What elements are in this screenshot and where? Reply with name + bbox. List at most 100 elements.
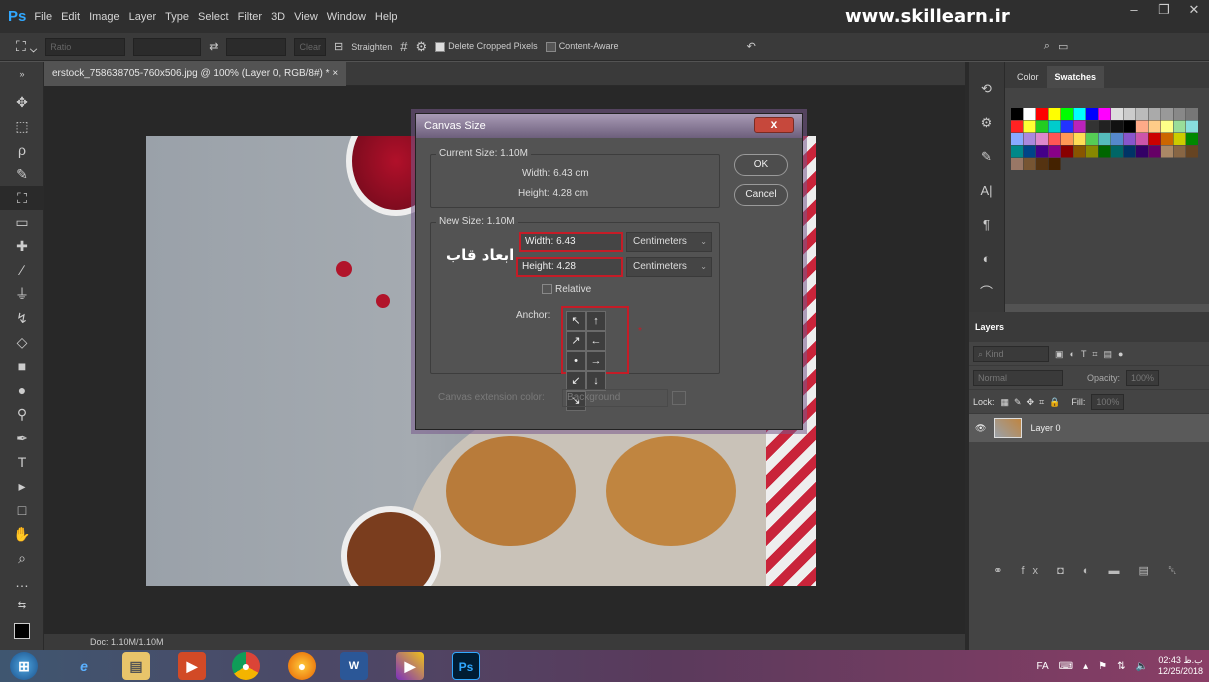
ie-icon[interactable]: e: [70, 652, 98, 680]
straighten-icon[interactable]: ⊟: [334, 40, 343, 53]
shape-tool-icon[interactable]: □: [0, 498, 44, 522]
swatch[interactable]: [1011, 120, 1023, 133]
blur-tool-icon[interactable]: ●: [0, 378, 44, 402]
close-icon[interactable]: ✕: [1179, 0, 1209, 22]
tab-swatches[interactable]: Swatches: [1046, 66, 1105, 88]
height-field[interactable]: Height: 4.28: [516, 257, 623, 277]
swatch[interactable]: [1023, 108, 1036, 120]
swap-colors-icon[interactable]: ⇆: [0, 594, 44, 618]
straighten-button[interactable]: Straighten: [351, 42, 392, 52]
swatch[interactable]: [1011, 133, 1023, 145]
word-icon[interactable]: W: [340, 652, 368, 680]
swatch[interactable]: [1098, 120, 1111, 133]
zoom-tool-icon[interactable]: ⌕: [0, 546, 44, 570]
swatch[interactable]: [1011, 145, 1023, 158]
quick-select-tool-icon[interactable]: ✎: [0, 162, 44, 186]
swatch[interactable]: [1148, 145, 1161, 158]
swatch[interactable]: [1086, 120, 1098, 133]
kind-filter-dropdown[interactable]: ⌕ Kind: [973, 345, 1049, 362]
close-icon[interactable]: x: [754, 117, 794, 133]
photoshop-logo[interactable]: Ps: [8, 8, 26, 25]
swatch[interactable]: [1148, 108, 1161, 120]
reset-icon[interactable]: ↶: [747, 40, 756, 53]
network-icon[interactable]: ⇅: [1117, 661, 1125, 672]
anchor-center-icon[interactable]: •: [566, 351, 586, 371]
flag-icon[interactable]: ⚑: [1098, 661, 1107, 672]
height-unit-dropdown[interactable]: Centimeters ⌄: [626, 257, 712, 277]
swatch[interactable]: [1048, 145, 1061, 158]
swatch[interactable]: [1048, 133, 1061, 145]
swatch[interactable]: [1186, 108, 1198, 120]
swatch[interactable]: [1036, 108, 1048, 120]
eye-icon[interactable]: 👁: [975, 423, 986, 434]
swatch[interactable]: [1136, 108, 1148, 120]
lock-icons[interactable]: ▦✎✥⌗🔒: [1001, 390, 1066, 414]
swatch[interactable]: [1023, 133, 1036, 145]
properties-icon[interactable]: ⚙: [969, 106, 1004, 140]
swatch[interactable]: [1148, 120, 1161, 133]
language-indicator[interactable]: FA: [1036, 661, 1048, 672]
anchor-bottom-left-icon[interactable]: ↙: [566, 371, 586, 391]
type-tool-icon[interactable]: T: [0, 450, 44, 474]
brush-settings-icon[interactable]: ✎: [969, 140, 1004, 174]
swatch[interactable]: [1186, 120, 1198, 133]
swatch[interactable]: [1023, 145, 1036, 158]
swatch[interactable]: [1086, 133, 1098, 145]
anchor-top-right-icon[interactable]: ↗: [566, 331, 586, 351]
clear-button[interactable]: Clear: [294, 37, 326, 56]
swatch[interactable]: [1173, 133, 1186, 145]
history-brush-icon[interactable]: ↯: [0, 306, 44, 330]
brush-tool-icon[interactable]: ∕: [0, 258, 44, 282]
relative-checkbox[interactable]: Relative: [542, 284, 591, 295]
swatch[interactable]: [1073, 120, 1086, 133]
anchor-bottom-icon[interactable]: ↓: [586, 371, 606, 391]
swatch[interactable]: [1136, 145, 1148, 158]
swatch[interactable]: [1161, 120, 1173, 133]
swatch[interactable]: [1186, 145, 1198, 158]
swatch[interactable]: [1073, 133, 1086, 145]
hand-tool-icon[interactable]: ✋: [0, 522, 44, 546]
swatch[interactable]: [1111, 145, 1123, 158]
swatch[interactable]: [1136, 133, 1148, 145]
swatch[interactable]: [1036, 158, 1048, 170]
swatch[interactable]: [1011, 158, 1023, 170]
swatch[interactable]: [1123, 145, 1136, 158]
menu-3d[interactable]: 3D: [271, 11, 285, 23]
grid-overlay-icon[interactable]: #: [400, 39, 407, 54]
clock[interactable]: 02:43 ب.ظ 12/25/2018: [1158, 655, 1203, 677]
swatch[interactable]: [1173, 108, 1186, 120]
dodge-tool-icon[interactable]: ⚲: [0, 402, 44, 426]
swatch[interactable]: [1036, 133, 1048, 145]
marquee-tool-icon[interactable]: ⬚: [0, 114, 44, 138]
cancel-button[interactable]: Cancel: [734, 184, 788, 206]
character-icon[interactable]: A|: [969, 174, 1004, 208]
menu-help[interactable]: Help: [375, 11, 398, 23]
chrome-icon[interactable]: ●: [232, 652, 260, 680]
path-select-icon[interactable]: ▸: [0, 474, 44, 498]
menu-filter[interactable]: Filter: [238, 11, 262, 23]
show-hidden-icon[interactable]: ▴: [1083, 661, 1088, 672]
swatch[interactable]: [1161, 145, 1173, 158]
blend-mode-dropdown[interactable]: Normal: [973, 369, 1063, 386]
swatch[interactable]: [1111, 133, 1123, 145]
ok-button[interactable]: OK: [734, 154, 788, 176]
start-button[interactable]: ⊞: [10, 652, 38, 680]
swatch[interactable]: [1061, 145, 1073, 158]
anchor-top-icon[interactable]: ↑: [586, 311, 606, 331]
collapse-icon[interactable]: »: [0, 62, 44, 90]
keyboard-icon[interactable]: ⌨: [1059, 661, 1073, 672]
swatch[interactable]: [1048, 158, 1061, 170]
anchor-right-icon[interactable]: →: [586, 351, 606, 371]
anchor-top-left-icon[interactable]: ↖: [566, 311, 586, 331]
swatch[interactable]: [1173, 120, 1186, 133]
anchor-left-icon[interactable]: ←: [586, 331, 606, 351]
volume-icon[interactable]: 🔈: [1136, 661, 1148, 672]
swatch[interactable]: [1073, 145, 1086, 158]
width-field[interactable]: Width: 6.43: [519, 232, 623, 252]
menu-edit[interactable]: Edit: [61, 11, 80, 23]
eyedropper-tool-icon[interactable]: ▭: [0, 210, 44, 234]
swatch[interactable]: [1136, 120, 1148, 133]
swatch[interactable]: [1073, 108, 1086, 120]
pen-tool-icon[interactable]: ✒: [0, 426, 44, 450]
swatch[interactable]: [1036, 145, 1048, 158]
